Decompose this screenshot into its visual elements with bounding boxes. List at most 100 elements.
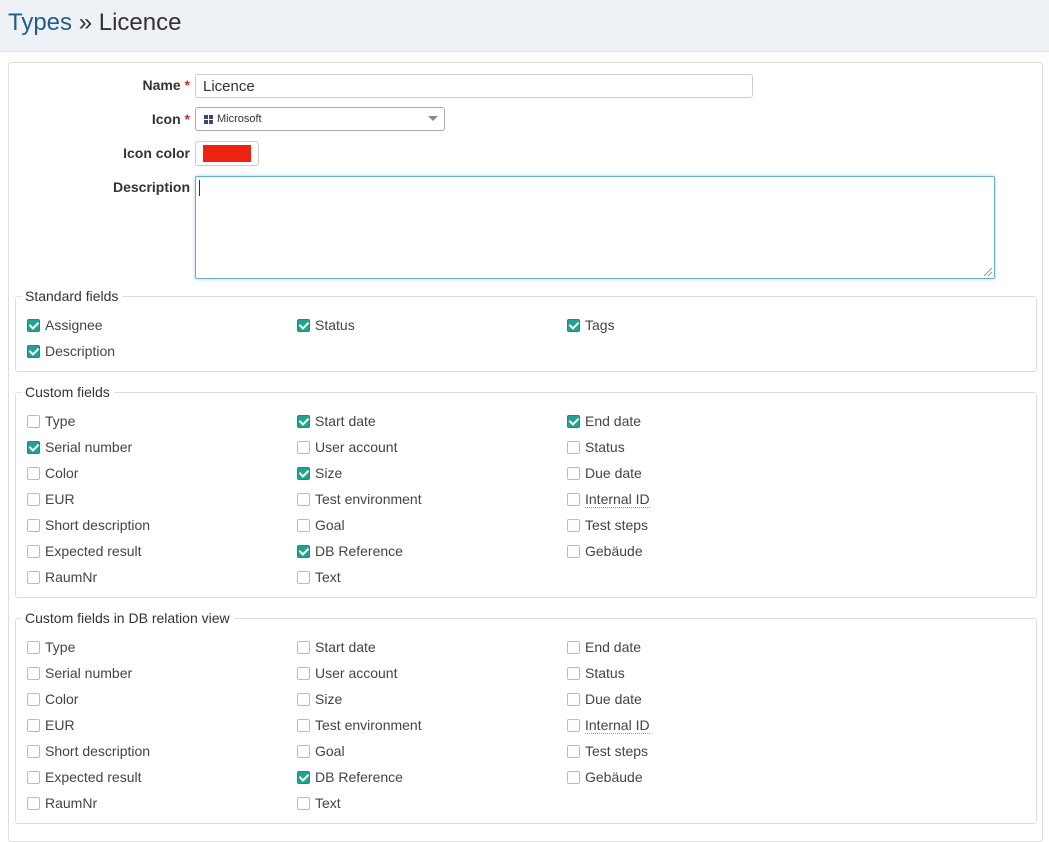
page-header: Types » Licence <box>0 0 1049 52</box>
icon-select[interactable]: Microsoft <box>195 107 445 131</box>
checkbox-unchecked-icon[interactable] <box>27 640 40 654</box>
checkbox-unchecked-icon[interactable] <box>567 492 580 506</box>
custom-field-internal-id-option[interactable]: Internal ID <box>567 489 650 509</box>
custom-field-expected-result-option[interactable]: Expected result <box>27 541 142 561</box>
standard-field-assignee-option[interactable]: Assignee <box>27 315 103 335</box>
custom-field-geb-ude-option[interactable]: Gebäude <box>567 541 643 561</box>
checkbox-checked-icon[interactable] <box>297 544 310 558</box>
checkbox-unchecked-icon[interactable] <box>567 718 580 732</box>
checkbox-unchecked-icon[interactable] <box>567 518 580 532</box>
checkbox-unchecked-icon[interactable] <box>27 518 40 532</box>
checkbox-unchecked-icon[interactable] <box>297 640 310 654</box>
checkbox-unchecked-icon[interactable] <box>297 718 310 732</box>
relation-field-test-steps-option[interactable]: Test steps <box>567 741 648 761</box>
checkbox-checked-icon[interactable] <box>567 318 580 332</box>
relation-field-serial-number-option[interactable]: Serial number <box>27 663 132 683</box>
icon-color-picker[interactable] <box>195 141 259 166</box>
relation-field-test-environment-option[interactable]: Test environment <box>297 715 422 735</box>
resize-grip-icon[interactable] <box>984 268 992 276</box>
checkbox-label: EUR <box>45 717 75 733</box>
relation-field-goal-option[interactable]: Goal <box>297 741 345 761</box>
relation-field-db-reference-option[interactable]: DB Reference <box>297 767 403 787</box>
name-input[interactable] <box>195 74 753 98</box>
relation-field-type-option[interactable]: Type <box>27 637 75 657</box>
checkbox-unchecked-icon[interactable] <box>567 666 580 680</box>
checkbox-checked-icon[interactable] <box>297 414 310 428</box>
relation-field-expected-result-option[interactable]: Expected result <box>27 767 142 787</box>
checkbox-unchecked-icon[interactable] <box>27 770 40 784</box>
checkbox-checked-icon[interactable] <box>27 440 40 454</box>
relation-field-text-option[interactable]: Text <box>297 793 341 813</box>
checkbox-checked-icon[interactable] <box>297 318 310 332</box>
checkbox-unchecked-icon[interactable] <box>297 440 310 454</box>
custom-field-goal-option[interactable]: Goal <box>297 515 345 535</box>
custom-field-test-steps-option[interactable]: Test steps <box>567 515 648 535</box>
checkbox-unchecked-icon[interactable] <box>567 744 580 758</box>
checkbox-unchecked-icon[interactable] <box>567 440 580 454</box>
relation-field-due-date-option[interactable]: Due date <box>567 689 642 709</box>
relation-field-raumnr-option[interactable]: RaumNr <box>27 793 97 813</box>
relation-field-eur-option[interactable]: EUR <box>27 715 75 735</box>
relation-field-geb-ude-option[interactable]: Gebäude <box>567 767 643 787</box>
relation-field-user-account-option[interactable]: User account <box>297 663 397 683</box>
checkbox-unchecked-icon[interactable] <box>297 492 310 506</box>
checkbox-unchecked-icon[interactable] <box>27 414 40 428</box>
custom-field-eur-option[interactable]: EUR <box>27 489 75 509</box>
checkbox-unchecked-icon[interactable] <box>297 744 310 758</box>
description-textarea[interactable] <box>195 176 995 279</box>
custom-field-size-option[interactable]: Size <box>297 463 342 483</box>
checkbox-label: Status <box>315 317 355 333</box>
checkbox-unchecked-icon[interactable] <box>27 570 40 584</box>
checkbox-checked-icon[interactable] <box>27 344 40 358</box>
custom-field-end-date-option[interactable]: End date <box>567 411 641 431</box>
checkbox-unchecked-icon[interactable] <box>27 544 40 558</box>
relation-field-status-option[interactable]: Status <box>567 663 625 683</box>
checkbox-checked-icon[interactable] <box>297 466 310 480</box>
checkbox-unchecked-icon[interactable] <box>27 718 40 732</box>
standard-field-description-option[interactable]: Description <box>27 341 115 361</box>
checkbox-unchecked-icon[interactable] <box>567 640 580 654</box>
custom-field-text-option[interactable]: Text <box>297 567 341 587</box>
checkbox-unchecked-icon[interactable] <box>567 692 580 706</box>
relation-field-short-description-option[interactable]: Short description <box>27 741 150 761</box>
checkbox-unchecked-icon[interactable] <box>27 744 40 758</box>
checkbox-checked-icon[interactable] <box>27 318 40 332</box>
checkbox-unchecked-icon[interactable] <box>567 466 580 480</box>
custom-field-color-option[interactable]: Color <box>27 463 78 483</box>
checkbox-unchecked-icon[interactable] <box>27 466 40 480</box>
relation-field-start-date-option[interactable]: Start date <box>297 637 376 657</box>
custom-field-test-environment-option[interactable]: Test environment <box>297 489 422 509</box>
custom-field-start-date-option[interactable]: Start date <box>297 411 376 431</box>
checkbox-label: Type <box>45 639 76 655</box>
breadcrumb-types-link[interactable]: Types <box>8 9 72 36</box>
custom-field-status-option[interactable]: Status <box>567 437 625 457</box>
custom-field-db-reference-option[interactable]: DB Reference <box>297 541 403 561</box>
checkbox-unchecked-icon[interactable] <box>567 770 580 784</box>
checkbox-label: Due date <box>585 465 642 481</box>
custom-fields-group: Custom fields <box>15 384 1037 598</box>
custom-field-serial-number-option[interactable]: Serial number <box>27 437 132 457</box>
relation-field-color-option[interactable]: Color <box>27 689 78 709</box>
checkbox-unchecked-icon[interactable] <box>27 796 40 810</box>
custom-field-short-description-option[interactable]: Short description <box>27 515 150 535</box>
checkbox-unchecked-icon[interactable] <box>567 544 580 558</box>
checkbox-checked-icon[interactable] <box>297 770 310 784</box>
checkbox-unchecked-icon[interactable] <box>297 796 310 810</box>
standard-field-status-option[interactable]: Status <box>297 315 355 335</box>
checkbox-checked-icon[interactable] <box>567 414 580 428</box>
checkbox-unchecked-icon[interactable] <box>297 666 310 680</box>
custom-field-type-option[interactable]: Type <box>27 411 75 431</box>
custom-field-due-date-option[interactable]: Due date <box>567 463 642 483</box>
checkbox-unchecked-icon[interactable] <box>27 692 40 706</box>
relation-field-size-option[interactable]: Size <box>297 689 342 709</box>
relation-field-end-date-option[interactable]: End date <box>567 637 641 657</box>
checkbox-unchecked-icon[interactable] <box>297 692 310 706</box>
checkbox-unchecked-icon[interactable] <box>297 518 310 532</box>
custom-field-raumnr-option[interactable]: RaumNr <box>27 567 97 587</box>
relation-field-internal-id-option[interactable]: Internal ID <box>567 715 650 735</box>
checkbox-unchecked-icon[interactable] <box>27 492 40 506</box>
checkbox-unchecked-icon[interactable] <box>27 666 40 680</box>
custom-field-user-account-option[interactable]: User account <box>297 437 397 457</box>
checkbox-unchecked-icon[interactable] <box>297 570 310 584</box>
standard-field-tags-option[interactable]: Tags <box>567 315 615 335</box>
